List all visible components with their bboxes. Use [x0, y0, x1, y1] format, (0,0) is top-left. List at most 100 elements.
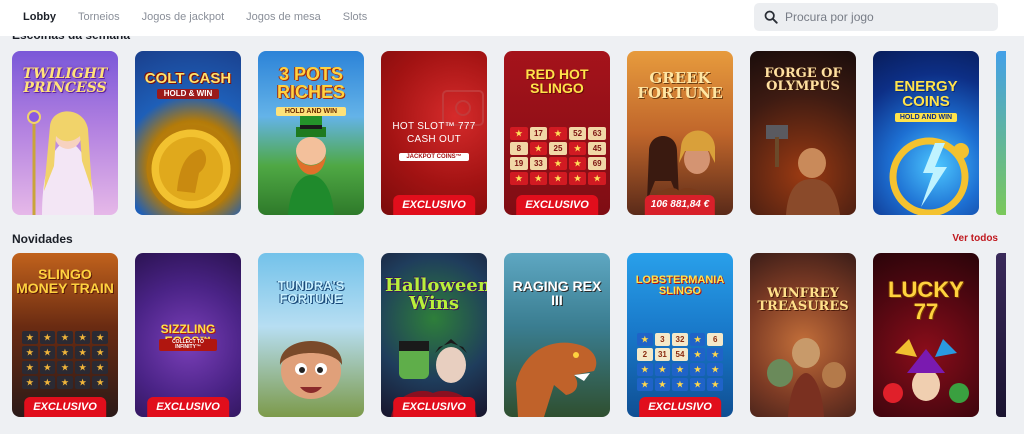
bingo-cell: 6 [707, 333, 723, 346]
game-card-forge-of-olympus[interactable]: FORGE OF OLYMPUS [750, 51, 856, 215]
bingo-cell: ★ [74, 361, 91, 374]
bingo-cell: ★ [57, 376, 73, 389]
bingo-grid: ★ 3 32 ★ 6 2 31 54 ★ ★ ★ ★ ★ ★ ★ ★ ★ ★ ★ ★ [637, 333, 723, 391]
bingo-cell: 17 [529, 127, 548, 140]
game-card-tundras-fortune[interactable]: TUNDRA'S FORTUNE [258, 253, 364, 417]
game-card-slingo-money-train[interactable]: SLINGO MONEY TRAIN ★ ★ ★ ★ ★ ★ ★ ★ ★ ★ ★ ★ ★ ★ ★ ★ ★ ★ ★ ★ … [12, 253, 118, 417]
bingo-cell: ★ [689, 348, 706, 361]
bingo-cell: ★ [57, 331, 73, 344]
games-row-new-games: SLINGO MONEY TRAIN ★ ★ ★ ★ ★ ★ ★ ★ ★ ★ ★ ★ ★ ★ ★ ★ ★ ★ ★ ★ … [0, 253, 1024, 419]
bingo-cell: ★ [39, 331, 56, 344]
bingo-cell: ★ [549, 157, 567, 170]
bingo-cell: ★ [74, 331, 91, 344]
bingo-cell: ★ [568, 157, 587, 170]
bingo-cell: ★ [707, 348, 723, 361]
game-logo: 3 POTS RICHES [276, 64, 345, 102]
bingo-cell: ★ [689, 363, 706, 376]
game-logo-sub: HOLD AND WIN [276, 107, 346, 116]
game-logo: GREEK FORTUNE [637, 69, 723, 102]
game-thumbnail [873, 51, 979, 215]
game-card-energy-coins[interactable]: ENERGY COINS HOLD AND WIN [873, 51, 979, 215]
bingo-cell: 32 [672, 333, 688, 346]
section-title-new-games: Novidades [12, 232, 73, 246]
game-card-greek-fortune[interactable]: GREEK FORTUNE 106 881,84 € [627, 51, 733, 215]
game-card-winfrey-treasures[interactable]: WINFREY TREASURES [750, 253, 856, 417]
search-box[interactable] [754, 3, 998, 31]
game-card-lucky-77[interactable]: LUCKY 77 [873, 253, 979, 417]
tab-table-games[interactable]: Jogos de mesa [235, 0, 332, 36]
game-logo: TWILIGHT PRINCESS [22, 66, 108, 96]
game-logo: RAGING REX III [512, 278, 602, 308]
tab-torneios[interactable]: Torneios [67, 0, 131, 36]
bingo-cell: ★ [637, 363, 653, 376]
bingo-cell: ★ [568, 172, 587, 185]
bingo-cell: ★ [57, 346, 73, 359]
bingo-cell: ★ [707, 363, 723, 376]
bingo-cell: ★ [568, 142, 587, 155]
game-logo: FORGE OF OLYMPUS [764, 66, 842, 94]
game-logo: RED HOT SLINGO [525, 66, 589, 96]
bingo-cell: ★ [529, 142, 548, 155]
bingo-cell: ★ [529, 172, 548, 185]
exclusive-badge: EXCLUSIVO [639, 397, 721, 417]
game-card-lobstermania-slingo[interactable]: LOBSTERMANIA SLINGO ★ 3 32 ★ 6 2 31 54 ★ ★ ★ ★ ★ ★ ★ ★ ★… [627, 253, 733, 417]
bingo-cell: 31 [654, 348, 671, 361]
bingo-cell: ★ [22, 361, 38, 374]
tab-lobby[interactable]: Lobby [12, 0, 67, 36]
game-card-colt-cash[interactable]: COLT CASH HOLD & WIN [135, 51, 241, 215]
bingo-cell: 54 [672, 348, 688, 361]
game-card-halloween-wins[interactable]: Halloween Wins EXCLUSIVO [381, 253, 487, 417]
game-logo: ENERGY COINS [894, 78, 958, 110]
games-row-week-picks: TWILIGHT PRINCESS COLT CASH HOLD & WIN 3… [0, 51, 1024, 217]
game-card-red-hot-slingo[interactable]: RED HOT SLINGO ★ 17 ★ 52 63 8 ★ 25 ★ 45 19 33 ★ ★ 69 ★ ★… [504, 51, 610, 215]
tab-slots[interactable]: Slots [332, 0, 378, 36]
game-logo: TUNDRA'S FORTUNE [277, 278, 345, 306]
bingo-cell: ★ [39, 361, 56, 374]
game-card-3-pots-riches[interactable]: 3 POTS RICHES HOLD AND WIN [258, 51, 364, 215]
bingo-cell: ★ [39, 376, 56, 389]
next-game-card-peek[interactable] [996, 253, 1006, 417]
bingo-cell: ★ [92, 361, 108, 374]
game-card-sizzling-eggs[interactable]: SIZZLING EGGS™ COLLECT TO INFINITY™ EXCL… [135, 253, 241, 417]
bingo-cell: ★ [22, 346, 38, 359]
game-card-hot-slot[interactable]: HOT SLOT™ 777 CASH OUT JACKPOT COINS™ EX… [381, 51, 487, 215]
bingo-cell: ★ [549, 127, 567, 140]
game-logo: COLT CASH [144, 70, 232, 87]
adventurers-illustration [767, 338, 846, 417]
game-card-twilight-princess[interactable]: TWILIGHT PRINCESS [12, 51, 118, 215]
bingo-cell: 45 [588, 142, 606, 155]
bingo-cell: 52 [568, 127, 587, 140]
top-nav-bar: Lobby Torneios Jogos de jackpot Jogos de… [0, 0, 1024, 36]
bingo-cell: ★ [510, 172, 528, 185]
bingo-cell: 69 [588, 157, 606, 170]
bingo-cell: ★ [637, 378, 653, 391]
bingo-cell: ★ [672, 378, 688, 391]
game-logo-sub: COLLECT TO INFINITY™ [159, 339, 217, 351]
search-input[interactable] [785, 10, 985, 24]
bingo-cell: ★ [689, 333, 706, 346]
game-card-raging-rex-iii[interactable]: RAGING REX III [504, 253, 610, 417]
bingo-cell: ★ [92, 376, 108, 389]
bingo-cell: ★ [654, 378, 671, 391]
bingo-cell: ★ [510, 127, 528, 140]
exclusive-badge: EXCLUSIVO [24, 397, 106, 417]
bingo-cell: ★ [57, 361, 73, 374]
game-logo: HOT SLOT™ 777 CASH OUT [392, 121, 476, 145]
see-all-link[interactable]: Ver todos [952, 233, 998, 244]
bingo-grid: ★ 17 ★ 52 63 8 ★ 25 ★ 45 19 33 ★ ★ 69 ★ ★ ★ ★ ★ [510, 127, 606, 185]
bingo-cell: ★ [689, 378, 706, 391]
bingo-cell: ★ [637, 333, 653, 346]
exclusive-badge: EXCLUSIVO [516, 195, 598, 215]
bingo-grid: ★ ★ ★ ★ ★ ★ ★ ★ ★ ★ ★ ★ ★ ★ ★ ★ ★ ★ ★ ★ [22, 331, 108, 389]
game-thumbnail [750, 253, 856, 417]
exclusive-badge: EXCLUSIVO [147, 397, 229, 417]
bingo-cell: 33 [529, 157, 548, 170]
game-logo: SLINGO MONEY TRAIN [16, 266, 114, 296]
game-logo: Halloween Wins [385, 275, 487, 314]
game-logo-sub: HOLD & WIN [157, 89, 219, 99]
bingo-cell: ★ [22, 376, 38, 389]
bingo-cell: ★ [672, 363, 688, 376]
bingo-cell: ★ [74, 346, 91, 359]
next-game-card-peek[interactable] [996, 51, 1006, 215]
tab-jackpot-games[interactable]: Jogos de jackpot [131, 0, 236, 36]
